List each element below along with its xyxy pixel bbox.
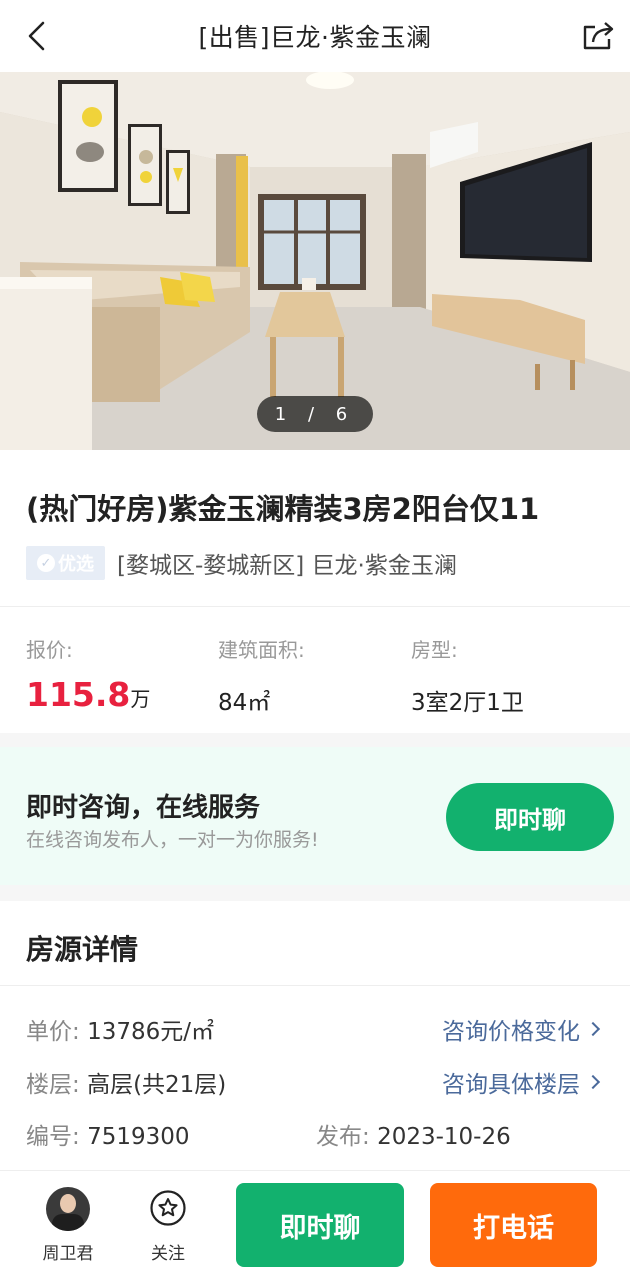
floor-detail-link[interactable]: 咨询具体楼层 (442, 1065, 601, 1099)
avatar (46, 1187, 90, 1231)
chevron-right-icon (585, 1074, 601, 1090)
share-button[interactable] (580, 18, 616, 54)
follow-button[interactable]: 关注 (140, 1187, 196, 1264)
code-key: 编号: (26, 1124, 80, 1150)
floor-detail-label: 咨询具体楼层 (442, 1072, 580, 1098)
publish-value: 2023-10-26 (377, 1124, 511, 1150)
price-label: 报价: (26, 638, 73, 662)
area-stat: 建筑面积: 84㎡ (218, 634, 305, 717)
unit-price-key: 单价: (26, 1019, 80, 1045)
unit-price-row: 单价: 13786元/㎡ (26, 1012, 214, 1046)
top-bar: [出售]巨龙·紫金玉澜 (0, 0, 630, 72)
listing-photo[interactable] (0, 72, 630, 450)
back-button[interactable] (18, 18, 54, 54)
section-gap (0, 885, 630, 901)
layout-label: 房型: (411, 638, 458, 662)
location-text: [婺城区-婺城新区] 巨龙·紫金玉澜 (117, 553, 457, 579)
price-stat: 报价: 115.8万 (26, 634, 150, 714)
price-change-link[interactable]: 咨询价格变化 (442, 1012, 601, 1046)
publish-row: 发布: 2023-10-26 (316, 1117, 511, 1151)
bottom-action-bar: 周卫君 关注 即时聊 打电话 (0, 1170, 630, 1280)
consult-heading: 即时咨询，在线服务 (26, 793, 261, 823)
area-label: 建筑面积: (218, 638, 305, 662)
follow-label: 关注 (151, 1244, 185, 1264)
chevron-left-icon (28, 21, 45, 51)
layout-value: 3室2厅1卫 (411, 690, 524, 716)
consult-banner: 即时咨询，在线服务 在线咨询发布人，一对一为你服务! 即时聊 (0, 747, 630, 885)
tag-row: ✓ 优选 [婺城区-婺城新区] 巨龙·紫金玉澜 (26, 546, 457, 580)
floor-row: 楼层: 高层(共21层) (26, 1065, 226, 1099)
agent-profile[interactable]: 周卫君 (34, 1187, 102, 1264)
publish-key: 发布: (316, 1124, 370, 1150)
code-value: 7519300 (87, 1124, 190, 1150)
divider (0, 606, 630, 607)
code-row: 编号: 7519300 (26, 1117, 190, 1151)
agent-name: 周卫君 (42, 1244, 94, 1264)
star-icon (150, 1190, 186, 1226)
selected-badge: ✓ 优选 (26, 546, 105, 580)
price-value-row: 115.8万 (26, 675, 150, 714)
price-value: 115.8 (26, 675, 131, 714)
consult-subtext: 在线咨询发布人，一对一为你服务! (26, 829, 319, 851)
section-title: 房源详情 (26, 933, 139, 966)
check-icon: ✓ (37, 554, 55, 572)
divider (0, 985, 630, 986)
gallery-pager: 1 / 6 (257, 396, 373, 432)
share-icon (583, 22, 614, 50)
price-unit: 万 (130, 687, 151, 711)
section-gap (0, 733, 630, 747)
chat-now-button[interactable]: 即时聊 (236, 1183, 404, 1267)
floor-value: 高层(共21层) (87, 1072, 227, 1098)
page-title: [出售]巨龙·紫金玉澜 (198, 23, 432, 52)
chevron-right-icon (585, 1021, 601, 1037)
unit-price-value: 13786元/㎡ (87, 1019, 214, 1045)
living-room-image (0, 72, 630, 450)
listing-title: (热门好房)紫金玉澜精装3房2阳台仅11 (26, 492, 540, 526)
floor-key: 楼层: (26, 1072, 80, 1098)
price-change-label: 咨询价格变化 (442, 1019, 580, 1045)
call-button[interactable]: 打电话 (430, 1183, 597, 1267)
layout-stat: 房型: 3室2厅1卫 (411, 634, 524, 717)
instant-chat-button[interactable]: 即时聊 (446, 783, 614, 851)
area-value: 84㎡ (218, 690, 271, 716)
badge-label: 优选 (58, 554, 94, 575)
